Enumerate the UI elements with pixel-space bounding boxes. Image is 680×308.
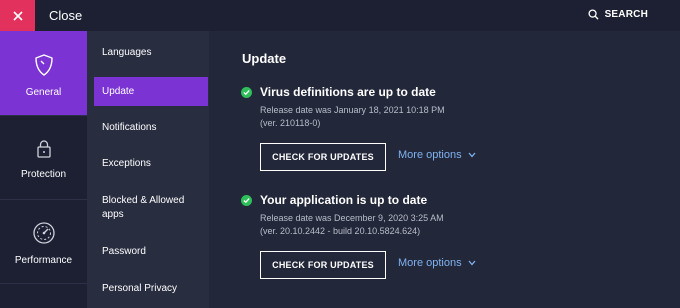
title-bar: Close SEARCH bbox=[0, 0, 680, 31]
version-text: (ver. 210118-0) bbox=[260, 118, 321, 128]
shield-icon bbox=[34, 54, 53, 76]
rail-item-label: Protection bbox=[20, 169, 67, 180]
chevron-down-icon bbox=[468, 152, 476, 158]
release-date-text: Release date was January 18, 2021 10:18 … bbox=[260, 105, 445, 115]
divider bbox=[0, 283, 87, 284]
close-button[interactable] bbox=[0, 0, 35, 31]
lock-icon bbox=[36, 140, 51, 158]
subnav-item-password[interactable]: Password bbox=[94, 245, 208, 259]
rail-item-general[interactable]: General bbox=[0, 31, 87, 115]
rail-item-performance[interactable]: Performance bbox=[0, 199, 87, 283]
rail-item-label: General bbox=[25, 87, 62, 98]
more-options-label: More options bbox=[398, 149, 462, 161]
search-button[interactable]: SEARCH bbox=[588, 9, 648, 20]
rail-item-protection[interactable]: Protection bbox=[0, 115, 87, 199]
chevron-down-icon bbox=[468, 260, 476, 266]
more-options-link[interactable]: More options bbox=[398, 257, 476, 269]
check-for-updates-button[interactable]: CHECK FOR UPDATES bbox=[260, 143, 386, 171]
release-date-text: Release date was December 9, 2020 3:25 A… bbox=[260, 213, 444, 223]
check-circle-icon bbox=[241, 86, 252, 98]
status-heading: Your application is up to date bbox=[260, 193, 428, 207]
check-for-updates-button[interactable]: CHECK FOR UPDATES bbox=[260, 251, 386, 279]
subnav-item-exceptions[interactable]: Exceptions bbox=[94, 157, 208, 171]
more-options-label: More options bbox=[398, 257, 462, 269]
virus-definitions-status: Virus definitions are up to date bbox=[241, 85, 436, 99]
version-text: (ver. 20.10.2442 - build 20.10.5824.624) bbox=[260, 226, 421, 236]
close-icon bbox=[12, 10, 23, 21]
more-options-link[interactable]: More options bbox=[398, 149, 476, 161]
gauge-icon bbox=[32, 222, 55, 244]
close-label[interactable]: Close bbox=[49, 8, 82, 23]
subnav-item-update[interactable]: Update bbox=[94, 77, 208, 106]
settings-subnav: Languages Update Notifications Exception… bbox=[87, 31, 209, 308]
subnav-item-notifications[interactable]: Notifications bbox=[94, 121, 208, 135]
page-title: Update bbox=[242, 51, 287, 66]
search-icon bbox=[588, 9, 599, 20]
update-panel: Update Virus definitions are up to date … bbox=[209, 31, 680, 308]
subnav-item-blocked-allowed-apps[interactable]: Blocked & Allowed apps bbox=[94, 194, 194, 222]
check-circle-icon bbox=[241, 194, 252, 206]
category-rail: General Protection Performance bbox=[0, 31, 87, 308]
subnav-item-personal-privacy[interactable]: Personal Privacy bbox=[94, 282, 208, 296]
search-label: SEARCH bbox=[604, 9, 648, 20]
subnav-item-languages[interactable]: Languages bbox=[94, 46, 208, 60]
application-status: Your application is up to date bbox=[241, 193, 427, 207]
status-heading: Virus definitions are up to date bbox=[260, 85, 436, 99]
rail-item-label: Performance bbox=[14, 255, 73, 266]
